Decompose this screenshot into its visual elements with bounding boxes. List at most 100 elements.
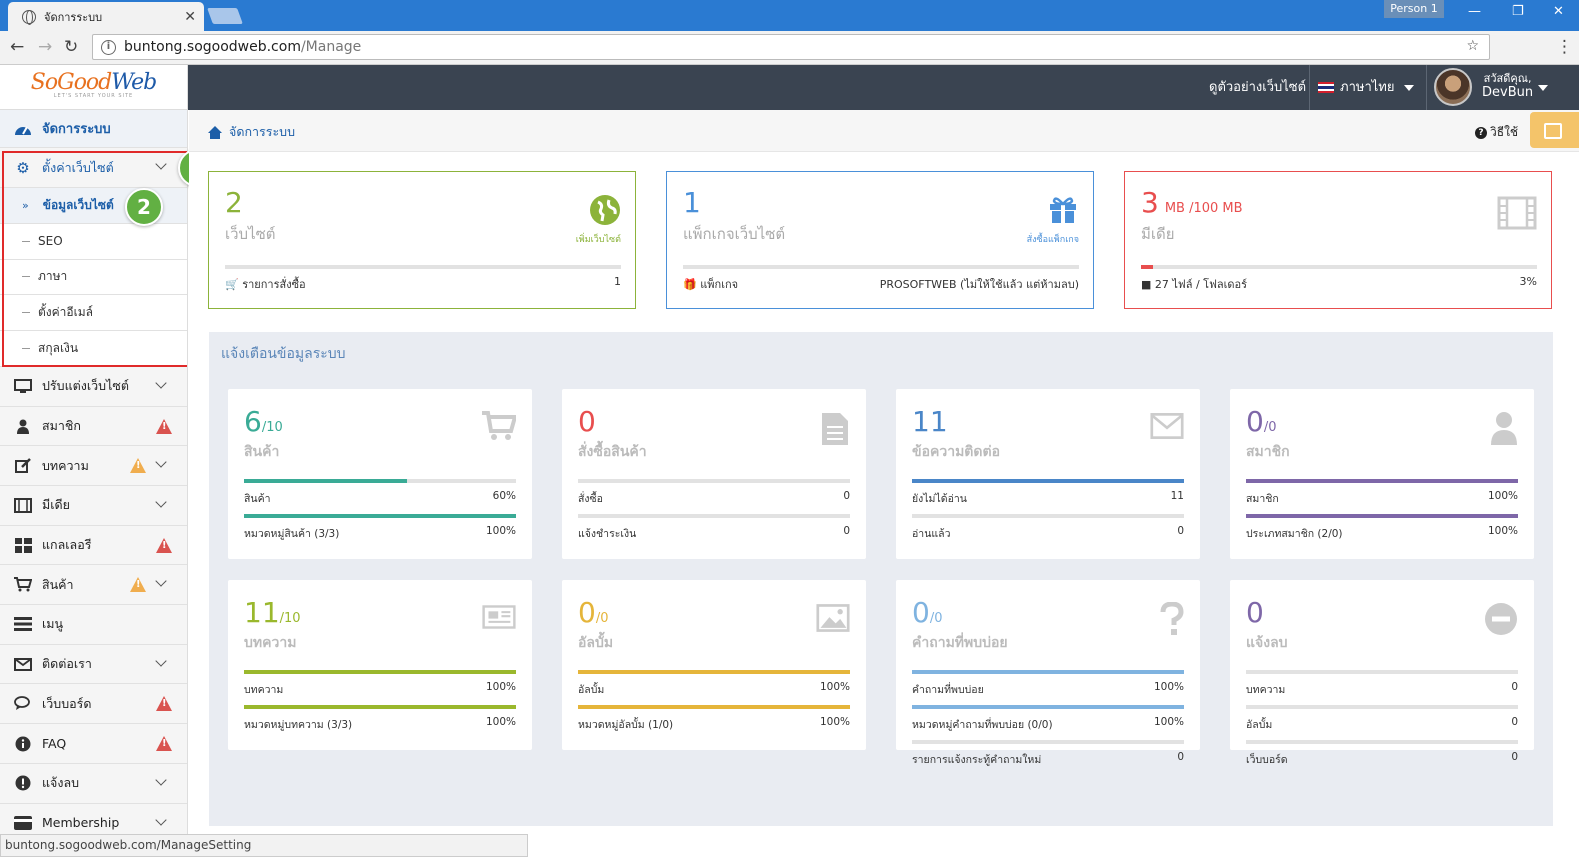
sidebar-sub-currency[interactable]: สกุลเงิน — [0, 331, 187, 367]
progress-bar — [244, 670, 516, 674]
question-icon: ? — [1475, 126, 1487, 139]
stat-value: 11/10 — [244, 596, 301, 629]
card-icon-wrap — [1497, 196, 1537, 233]
row-value: 100% — [485, 681, 516, 693]
row-value: 100% — [819, 681, 850, 693]
package-card: 1 แพ็กเกจเว็บไซต์ สั่งซื้อแพ็กเกจ 🎁 แพ็ก… — [666, 171, 1094, 309]
members-stat[interactable]: 0/0 สมาชิก สมาชิก 100% ประเภทสมาชิก (2/0)… — [1230, 389, 1534, 559]
row-label: หมวดหมู่สินค้า (3/3) — [244, 528, 340, 540]
sidebar-sub-email[interactable]: ตั้งค่าอีเมล์ — [0, 295, 187, 332]
sidebar-item-articles[interactable]: บทความ — [0, 446, 187, 487]
sidebar-sub-language[interactable]: ภาษา — [0, 259, 187, 296]
row-value: 0 — [1511, 751, 1518, 763]
reload-icon[interactable]: ↻ — [64, 37, 78, 57]
minimize-icon[interactable]: — — [1468, 4, 1481, 19]
breadcrumb[interactable]: จัดการระบบ — [207, 122, 295, 142]
bookmark-star-icon[interactable]: ☆ — [1466, 38, 1479, 54]
gift-icon — [1050, 197, 1076, 223]
close-icon[interactable]: ✕ — [184, 9, 196, 25]
tab-title: จัดการระบบ — [44, 10, 103, 24]
monitor-icon — [12, 378, 34, 394]
stat-row: ยังไม่ได้อ่าน 11 — [912, 479, 1184, 507]
card-footer-value: 3% — [1519, 275, 1537, 288]
film-icon — [12, 497, 34, 513]
faq-stat[interactable]: 0/0 คำถามที่พบบ่อย คำถามที่พบบ่อย 100% หม… — [896, 580, 1200, 766]
sidebar-item-faq[interactable]: FAQ — [0, 724, 187, 764]
card-footer-label: 🎁 แพ็กเกจ — [683, 278, 739, 291]
browser-tab[interactable]: จัดการระบบ ✕ — [8, 2, 204, 31]
preview-site-link[interactable]: ดูตัวอย่างเว็บไซต์ — [1209, 65, 1306, 110]
row-value: 11 — [1170, 490, 1184, 502]
menu-kebab-icon[interactable]: ⋮ — [1556, 37, 1573, 57]
user-caret-icon[interactable] — [1538, 85, 1548, 91]
stat-label: อัลบั้ม — [578, 635, 614, 651]
help-link[interactable]: ? วิธีใช้ — [1475, 123, 1518, 142]
panel-title: แจ้งเตือนข้อมูลระบบ — [221, 346, 346, 362]
row-label: เว็บบอร์ด — [1246, 754, 1288, 766]
progress-bar — [912, 514, 1184, 518]
user-icon — [12, 418, 34, 434]
card-label: แพ็กเกจเว็บไซต์ — [683, 225, 786, 243]
sidebar-item-customize[interactable]: ปรับแต่งเว็บไซต์ — [0, 366, 187, 407]
progress-bar — [578, 670, 850, 674]
products-stat[interactable]: 6/10 สินค้า สินค้า 60% หมวดหมู่สินค้า (3/… — [228, 389, 532, 559]
chevron-down-icon — [155, 456, 167, 469]
sidebar-item-contact[interactable]: ติดต่อเรา — [0, 644, 187, 685]
stat-row: หมวดหมู่คำถามที่พบบ่อย (0/0) 100% — [912, 705, 1184, 733]
stat-row: บทความ 0 — [1246, 670, 1518, 698]
delete-report-stat[interactable]: 0 แจ้งลบ บทความ 0 อัลบั้ม 0 เว็บบอร์ด 0 — [1230, 580, 1534, 766]
back-icon[interactable]: ← — [10, 37, 24, 57]
sidebar-item-media[interactable]: มีเดีย — [0, 486, 187, 526]
card-action-link[interactable]: เพิ่มเว็บไซต์ — [576, 232, 621, 246]
sidebar-item-gallery[interactable]: แกลเลอรี — [0, 525, 187, 566]
language-dropdown[interactable]: ภาษาไทย — [1318, 65, 1415, 110]
sidebar-item-menu[interactable]: เมนู — [0, 605, 187, 645]
row-value: 100% — [1487, 525, 1518, 537]
url-input[interactable]: i buntong.sogoodweb.com/Manage ☆ — [92, 34, 1490, 60]
notes-tab-button[interactable] — [1530, 112, 1579, 148]
messages-stat[interactable]: 11 ข้อความติดต่อ ยังไม่ได้อ่าน 11 อ่านแล้… — [896, 389, 1200, 559]
sidebar-item-website-settings[interactable]: ⚙ ตั้งค่าเว็บไซต์ — [0, 148, 187, 188]
orders-stat[interactable]: 0 สั่งซื้อสินค้า สั่งซื้อ 0 แจ้งชำระเงิน 0 — [562, 389, 866, 559]
stat-label: สินค้า — [244, 444, 280, 460]
sidebar-item-membership[interactable]: Membership — [0, 803, 187, 834]
sidebar-item-dashboard[interactable]: จัดการระบบ — [0, 110, 187, 148]
albums-stat[interactable]: 0/0 อัลบั้ม อัลบั้ม 100% หมวดหมู่อัลบั้ม … — [562, 580, 866, 750]
envelope-icon — [1150, 411, 1184, 445]
card-label: มีเดีย — [1141, 225, 1175, 243]
card-icon-wrap[interactable] — [1047, 194, 1079, 227]
new-tab-button[interactable] — [207, 8, 243, 24]
row-label: อ่านแล้ว — [912, 528, 951, 540]
warning-icon — [156, 537, 172, 553]
main-content: จัดการระบบ ? วิธีใช้ 2 เว็บไซต์ เพิ่มเว็… — [189, 110, 1579, 857]
user-menu[interactable]: สวัสดีคุณ, DevBun — [1482, 72, 1533, 100]
card-icon-wrap[interactable] — [589, 194, 621, 229]
card-action-link[interactable]: สั่งซื้อแพ็กเกจ — [1027, 232, 1079, 246]
chevron-down-icon — [155, 655, 167, 667]
articles-stat[interactable]: 11/10 บทความ บทความ 100% หมวดหมู่บทความ (… — [228, 580, 532, 750]
maximize-icon[interactable]: ❐ — [1512, 4, 1524, 19]
stat-value: 0/0 — [912, 596, 943, 629]
film-icon — [1497, 196, 1537, 230]
row-label: อัลบั้ม — [578, 684, 605, 696]
media-card: 3 MB /100 MB มีเดีย ■ 27 ไฟล์ / โฟลเดอร์ … — [1124, 171, 1552, 309]
logo[interactable]: SoGoodWeb LET'S START YOUR SITE — [0, 65, 188, 110]
info-icon[interactable]: i — [101, 39, 116, 55]
progress-bar — [244, 514, 516, 518]
sidebar-item-members[interactable]: สมาชิก — [0, 406, 187, 447]
avatar[interactable] — [1434, 68, 1472, 106]
sidebar-item-delete-report[interactable]: แจ้งลบ — [0, 763, 187, 804]
forward-icon[interactable]: → — [38, 37, 52, 57]
window-close-icon[interactable]: ✕ — [1553, 4, 1564, 19]
sidebar-item-webboard[interactable]: เว็บบอร์ด — [0, 684, 187, 725]
breadcrumb-bar: จัดการระบบ ? วิธีใช้ — [189, 110, 1579, 152]
row-value: 0 — [1511, 716, 1518, 728]
row-label: บทความ — [244, 684, 284, 696]
warning-icon — [156, 418, 172, 434]
progress-bar — [244, 479, 516, 483]
chevron-down-icon — [155, 377, 167, 389]
sidebar-sub-seo[interactable]: SEO — [0, 223, 187, 260]
stat-label: คำถามที่พบบ่อย — [912, 635, 1008, 651]
profile-button[interactable]: Person 1 — [1384, 0, 1444, 18]
sidebar-item-products[interactable]: สินค้า — [0, 565, 187, 606]
